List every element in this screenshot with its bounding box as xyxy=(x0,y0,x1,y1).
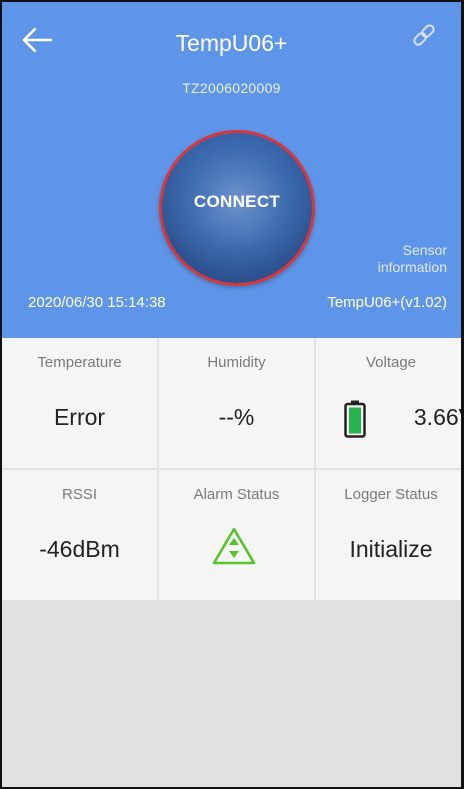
metrics-grid: Temperature Error Humidity --% Voltage 3… xyxy=(2,338,461,600)
voltage-value: 3.66V xyxy=(413,404,461,430)
humidity-cell: Humidity --% xyxy=(159,338,314,468)
temperature-value: Error xyxy=(53,404,106,430)
connect-button[interactable]: CONNECT xyxy=(159,130,315,286)
logger-status-value: Initialize xyxy=(349,536,433,562)
sensor-information-link[interactable]: Sensor information xyxy=(378,242,447,276)
rssi-value: -46dBm xyxy=(39,536,120,562)
voltage-label: Voltage xyxy=(365,354,417,371)
connect-label: CONNECT xyxy=(193,192,281,211)
device-datetime: 2020/06/30 15:14:38 xyxy=(28,294,166,311)
sensor-info-line1: Sensor xyxy=(402,242,447,258)
rssi-label: RSSI xyxy=(61,486,97,503)
device-header: TempU06+ TZ2006020009 CONNECT Sensor inf… xyxy=(2,2,461,338)
sensor-info-line2: information xyxy=(377,259,447,275)
logger-status-cell: Logger Status Initialize xyxy=(316,470,461,600)
grid-divider xyxy=(2,468,461,470)
device-firmware: TempU06+(v1.02) xyxy=(327,294,447,311)
app-screen: TempU06+ TZ2006020009 CONNECT Sensor inf… xyxy=(0,0,464,789)
temperature-cell: Temperature Error xyxy=(2,338,157,468)
link-icon[interactable] xyxy=(409,20,439,50)
logger-status-label: Logger Status xyxy=(344,486,438,503)
humidity-value: --% xyxy=(218,404,255,430)
alarm-status-label: Alarm Status xyxy=(193,486,280,503)
rssi-cell: RSSI -46dBm xyxy=(2,470,157,600)
alarm-triangle-icon xyxy=(212,527,256,565)
device-title: TempU06+ xyxy=(175,30,288,56)
device-serial: TZ2006020009 xyxy=(182,80,281,96)
alarm-status-cell: Alarm Status xyxy=(159,470,314,600)
humidity-label: Humidity xyxy=(207,354,266,371)
temperature-label: Temperature xyxy=(37,354,122,371)
voltage-cell: Voltage 3.66V xyxy=(316,338,461,468)
